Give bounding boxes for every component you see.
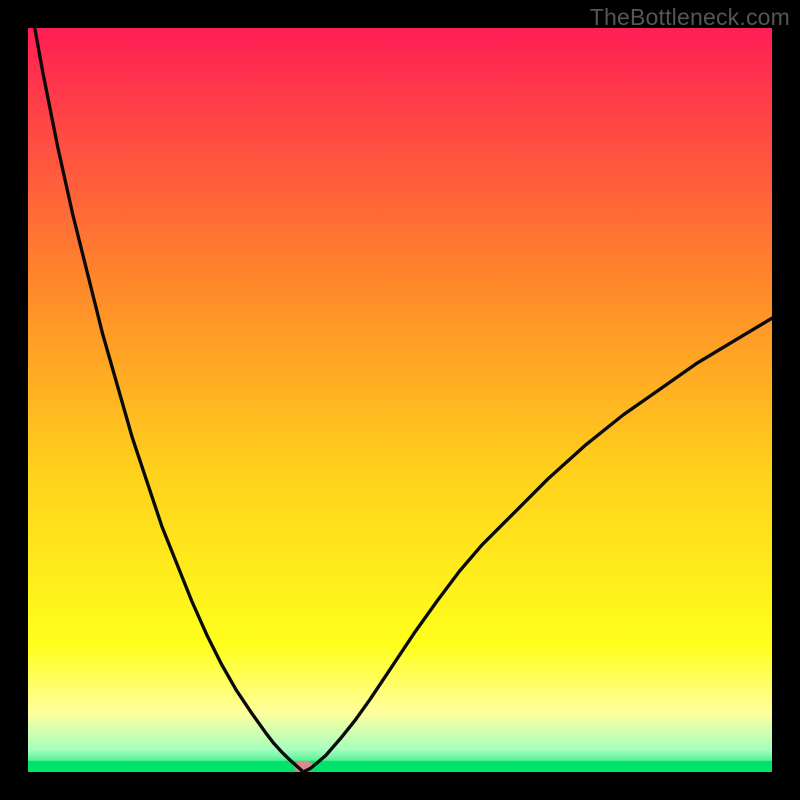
watermark-text: TheBottleneck.com	[590, 4, 790, 31]
plot-svg	[28, 28, 772, 772]
plot-area	[28, 28, 772, 772]
green-band	[28, 761, 772, 772]
chart-frame: TheBottleneck.com	[0, 0, 800, 800]
gradient-background	[28, 28, 772, 772]
